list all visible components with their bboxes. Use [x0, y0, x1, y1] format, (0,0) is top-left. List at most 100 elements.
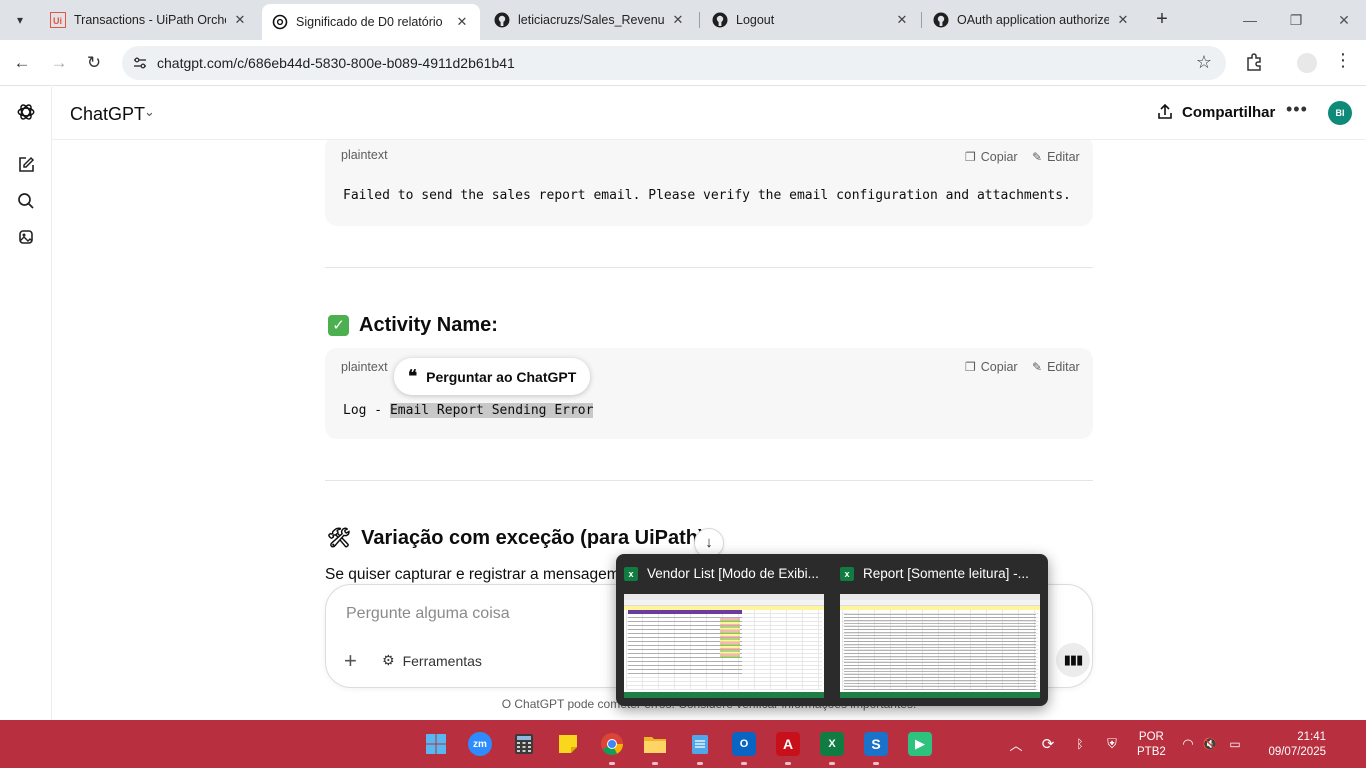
add-attachment-plus-icon[interactable]: +	[344, 649, 357, 673]
running-indicator	[652, 762, 658, 765]
model-selector-label[interactable]: ChatGPT	[70, 104, 145, 125]
restore-icon[interactable]: ❐	[1282, 6, 1310, 34]
tab-oauth[interactable]: OAuth application authorized ✕	[923, 4, 1141, 36]
app-s-icon[interactable]: S	[864, 732, 888, 756]
security-shield-icon[interactable]: ⛨	[1101, 720, 1123, 768]
close-window-icon[interactable]: ✕	[1330, 6, 1358, 34]
copy-code-button[interactable]: ❐ Copiar	[965, 360, 1018, 374]
close-icon[interactable]: ✕	[894, 12, 910, 28]
forward-arrow-icon[interactable]: →	[47, 51, 71, 75]
preview-title-text: Report [Somente leitura] -...	[863, 566, 1029, 581]
bookmark-star-icon[interactable]: ☆	[1196, 52, 1212, 73]
tools-button[interactable]: ⚙ Ferramentas	[382, 652, 482, 669]
code-block: plaintext ❐ Copiar ✎ Editar Failed to se…	[325, 140, 1093, 226]
tab-title: Logout	[736, 13, 775, 27]
browser-profile-icon[interactable]	[1297, 53, 1317, 73]
pencil-icon: ✎	[1032, 360, 1043, 374]
chatgpt-icon	[272, 14, 288, 30]
code-language-label: plaintext	[341, 360, 388, 374]
github-icon	[712, 12, 728, 28]
svg-text:Ui: Ui	[53, 16, 62, 26]
preview-vendor-list[interactable]: x Vendor List [Modo de Exibi...	[616, 554, 826, 706]
tools-label: Ferramentas	[402, 652, 482, 669]
excel-icon[interactable]: X	[820, 732, 844, 756]
check-mark-icon: ✓	[328, 315, 349, 336]
extensions-puzzle-icon[interactable]	[1244, 52, 1264, 72]
edit-label: Editar	[1047, 360, 1080, 374]
calculator-icon[interactable]	[512, 732, 536, 756]
excel-window-previews: x Vendor List [Modo de Exibi... x Report…	[616, 554, 1048, 706]
close-icon[interactable]: ✕	[232, 12, 248, 28]
new-chat-icon[interactable]	[16, 155, 36, 175]
windows-start-icon[interactable]	[424, 732, 448, 756]
running-indicator	[829, 762, 835, 765]
site-settings-icon[interactable]	[132, 55, 148, 71]
reload-icon[interactable]: ↻	[82, 51, 106, 75]
selected-text[interactable]: Email Report Sending Error	[389, 403, 594, 418]
user-avatar[interactable]: BI	[1328, 101, 1352, 125]
heading-text: Variação com exceção (para UiPath):	[361, 526, 712, 549]
back-arrow-icon[interactable]: ←	[10, 51, 34, 75]
library-images-icon[interactable]	[16, 227, 36, 247]
minimize-icon[interactable]: —	[1236, 6, 1264, 34]
share-label: Compartilhar	[1182, 103, 1276, 121]
edit-label: Editar	[1047, 150, 1080, 164]
composer-placeholder[interactable]: Pergunte alguma coisa	[346, 605, 510, 623]
preview-report[interactable]: x Report [Somente leitura] -...	[832, 554, 1042, 706]
system-clock[interactable]: 21:41 09/07/2025	[1258, 730, 1326, 760]
keyboard-layout: PTB2	[1137, 746, 1166, 758]
uipath-icon: Ui	[50, 12, 66, 28]
running-indicator	[873, 762, 879, 765]
sticky-notes-icon[interactable]	[556, 732, 580, 756]
language-indicator[interactable]: POR PTB2	[1137, 730, 1166, 760]
tab-uipath-orchestrator[interactable]: Ui Transactions - UiPath Orchestrator ✕	[40, 4, 258, 36]
tab-github-repo[interactable]: leticiacruzs/Sales_RevenueReport ✕	[484, 4, 696, 36]
close-icon[interactable]: ✕	[1115, 12, 1131, 28]
chrome-icon[interactable]	[600, 732, 624, 756]
copy-label: Copiar	[980, 360, 1018, 374]
share-button[interactable]: Compartilhar	[1156, 103, 1275, 121]
new-tab-plus-icon[interactable]: +	[1151, 8, 1173, 30]
running-indicator	[697, 762, 703, 765]
notepad-icon[interactable]	[688, 732, 712, 756]
chevron-down-icon[interactable]: ⌄	[144, 104, 155, 120]
wifi-icon[interactable]: ◠	[1178, 720, 1198, 768]
acrobat-icon[interactable]: A	[776, 732, 800, 756]
bluetooth-icon[interactable]: ᛒ	[1070, 720, 1090, 768]
media-player-icon[interactable]: ▶	[908, 732, 932, 756]
copy-code-button[interactable]: ❐ Copiar	[965, 150, 1018, 164]
pencil-icon: ✎	[1032, 150, 1043, 164]
tab-search-chevron-icon[interactable]: ▾	[8, 8, 32, 32]
search-icon[interactable]	[16, 191, 36, 211]
section-divider	[325, 267, 1093, 268]
sync-icon[interactable]: ⟳	[1038, 720, 1058, 768]
excel-icon: x	[840, 566, 854, 581]
clock-date: 09/07/2025	[1268, 746, 1326, 758]
tab-logout[interactable]: Logout ✕	[702, 4, 920, 36]
zoom-app-icon[interactable]: zm	[468, 732, 492, 756]
openai-logo-icon[interactable]	[16, 102, 36, 122]
outlook-icon[interactable]: O	[732, 732, 756, 756]
voice-mode-icon[interactable]: ▮▮▮	[1056, 643, 1090, 677]
preview-title-text: Vendor List [Modo de Exibi...	[647, 566, 819, 581]
battery-icon[interactable]: ▭	[1224, 720, 1246, 768]
more-options-icon[interactable]: •••	[1286, 99, 1308, 120]
tab-chatgpt-active[interactable]: Significado de D0 relatório ✕	[262, 4, 480, 40]
windows-taskbar: zm O A X S ▶ ︿ ⟳ ᛒ ⛨ POR PTB2 ◠ 🔇 ▭ 21:4…	[0, 720, 1366, 768]
close-icon[interactable]: ✕	[454, 14, 470, 30]
show-hidden-icons-chevron-icon[interactable]: ︿	[1006, 720, 1026, 768]
browser-menu-icon[interactable]: ⋮	[1334, 50, 1352, 71]
clock-time: 21:41	[1297, 731, 1326, 743]
ask-chatgpt-popup-button[interactable]: ❝ Perguntar ao ChatGPT	[394, 358, 591, 395]
url-omnibox[interactable]: chatgpt.com/c/686eb44d-5830-800e-b089-49…	[122, 46, 1226, 80]
volume-muted-icon[interactable]: 🔇	[1200, 720, 1220, 768]
tab-title: leticiacruzs/Sales_RevenueReport	[518, 13, 664, 27]
code-language-label: plaintext	[341, 148, 388, 162]
close-icon[interactable]: ✕	[670, 12, 686, 28]
language-code: POR	[1138, 731, 1164, 743]
edit-code-button[interactable]: ✎ Editar	[1032, 150, 1080, 164]
edit-code-button[interactable]: ✎ Editar	[1032, 360, 1080, 374]
preview-thumbnail	[624, 594, 824, 698]
url-text: chatgpt.com/c/686eb44d-5830-800e-b089-49…	[157, 55, 515, 71]
file-explorer-icon[interactable]	[643, 732, 667, 756]
